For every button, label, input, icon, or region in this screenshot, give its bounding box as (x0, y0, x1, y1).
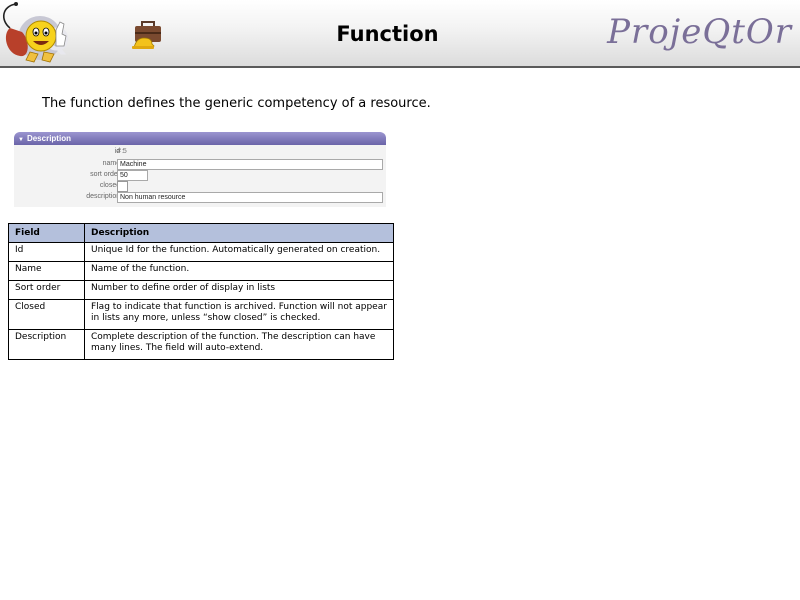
section-header[interactable]: ▼ Description (14, 132, 386, 145)
form-body: id : # 5 name : Machine sort order : 50 … (14, 145, 386, 207)
table-header-row: Field Description (8, 223, 394, 243)
closed-checkbox[interactable] (117, 181, 128, 192)
field-description-cell: Unique Id for the function. Automaticall… (84, 242, 394, 262)
collapse-triangle-icon[interactable]: ▼ (18, 137, 24, 143)
column-header-description: Description (84, 223, 394, 243)
description-input[interactable]: Non human resource (117, 192, 383, 203)
fields-table: Field Description Id Unique Id for the f… (8, 223, 394, 360)
form-row-sort-order: sort order : 50 (14, 170, 386, 181)
field-description-cell: Flag to indicate that function is archiv… (84, 299, 394, 330)
field-description-cell: Name of the function. (84, 261, 394, 281)
brand-logo-text: ProjeQtOr (607, 12, 792, 52)
table-row: Description Complete description of the … (8, 329, 394, 360)
column-header-field: Field (8, 223, 85, 243)
description-panel: ▼ Description id : # 5 name : Machine sor… (14, 132, 386, 208)
field-name-cell: Description (8, 329, 85, 360)
name-input[interactable]: Machine (117, 159, 383, 170)
form-row-id: id : # 5 (14, 147, 386, 158)
table-row: Name Name of the function. (8, 261, 394, 281)
id-value: # 5 (117, 148, 127, 155)
sort-order-input[interactable]: 50 (117, 170, 148, 181)
form-row-closed: closed : (14, 181, 386, 192)
field-description-cell: Complete description of the function. Th… (84, 329, 394, 360)
table-row: Sort order Number to define order of dis… (8, 280, 394, 300)
page-header: Q Function ProjeQtOr (0, 0, 800, 68)
form-row-description: description : Non human resource (14, 192, 386, 203)
field-name-cell: Name (8, 261, 85, 281)
form-row-name: name : Machine (14, 159, 386, 170)
field-description-cell: Number to define order of display in lis… (84, 280, 394, 300)
table-row: Id Unique Id for the function. Automatic… (8, 242, 394, 262)
field-name-cell: Sort order (8, 280, 85, 300)
section-title: Description (26, 134, 71, 143)
table-row: Closed Flag to indicate that function is… (8, 299, 394, 330)
field-name-cell: Id (8, 242, 85, 262)
field-name-cell: Closed (8, 299, 85, 330)
intro-text: The function defines the generic compete… (42, 96, 431, 111)
